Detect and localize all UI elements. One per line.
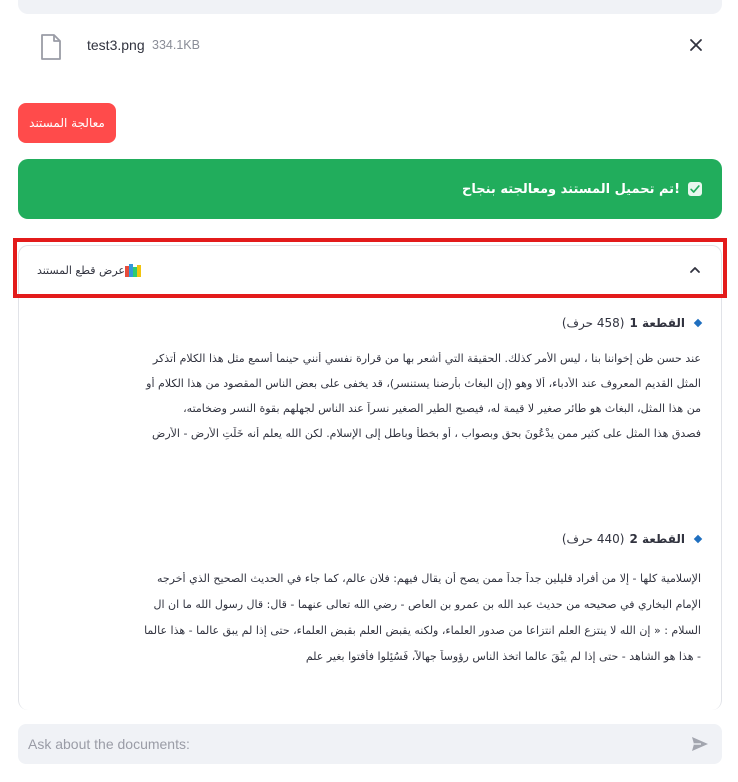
close-icon[interactable]: [688, 37, 704, 53]
file-name: test3.png: [87, 37, 145, 53]
bullet-icon: [693, 318, 703, 328]
chunk-header: القطعة 1 (458 حرف): [561, 316, 703, 330]
bullet-icon: [693, 534, 703, 544]
chunk-label: القطعة 2: [629, 532, 685, 546]
chunk-label: القطعة 1: [629, 316, 685, 330]
chunk-text-line: من هذا المثل، البغاث هو طائر صغير لا قيم…: [183, 402, 701, 415]
chunk-text-line: فصدق هذا المثل على كثير ممن يدْعُونَ بحق…: [152, 427, 701, 440]
chat-input-container: [18, 724, 722, 764]
chunk-text-line: الإسلامية كلها - إلا من أفراد قليلين جدا…: [156, 572, 701, 585]
success-message: تم تحميل المستند ومعالجته بنجاح!: [462, 181, 680, 197]
expander-title: عرض قطع المستند: [36, 263, 125, 277]
chunk-text-line: - هذا هو الشاهد - حتى إذا لم يبْقَ عالما…: [305, 650, 701, 663]
top-strip: [18, 0, 722, 14]
chunks-expander: عرض قطع المستند القطعة 1 (458 حرف) عند ح…: [18, 245, 722, 710]
chunk-header: القطعة 2 (440 حرف): [561, 532, 703, 546]
process-document-button[interactable]: معالجة المستند: [18, 103, 116, 143]
chevron-up-icon[interactable]: [689, 264, 701, 276]
chunk-char-count: (440 حرف): [561, 532, 625, 546]
chunk-text-line: الإمام البخاري في صحيحه من حديث عبد الله…: [153, 598, 701, 611]
chunk-text-line: عند حسن ظن إخواننا بنا ، ليس الأمر كذلك.…: [152, 352, 701, 365]
check-icon: [688, 182, 702, 196]
books-icon: [125, 264, 141, 277]
success-alert: تم تحميل المستند ومعالجته بنجاح!: [18, 159, 722, 219]
chat-input[interactable]: [28, 732, 668, 756]
chunk-text-line: السلام : « إن الله لا ينتزع العلم انتزاع…: [144, 624, 701, 637]
uploaded-file-row: test3.png 334.1KB: [18, 30, 722, 64]
chunk-text-line: المثل القديم المعروف عند الأدباء، ألا وه…: [146, 377, 701, 390]
send-icon[interactable]: [691, 736, 709, 752]
chunk-char-count: (458 حرف): [561, 316, 625, 330]
file-size: 334.1KB: [152, 38, 200, 52]
expander-header[interactable]: عرض قطع المستند: [19, 246, 721, 294]
file-icon: [41, 34, 61, 60]
